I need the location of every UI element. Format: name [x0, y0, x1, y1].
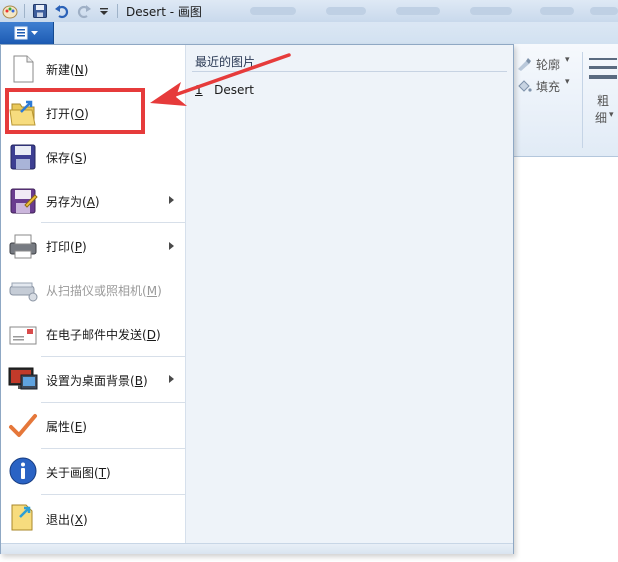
- annotation-arrow-icon: [150, 53, 291, 106]
